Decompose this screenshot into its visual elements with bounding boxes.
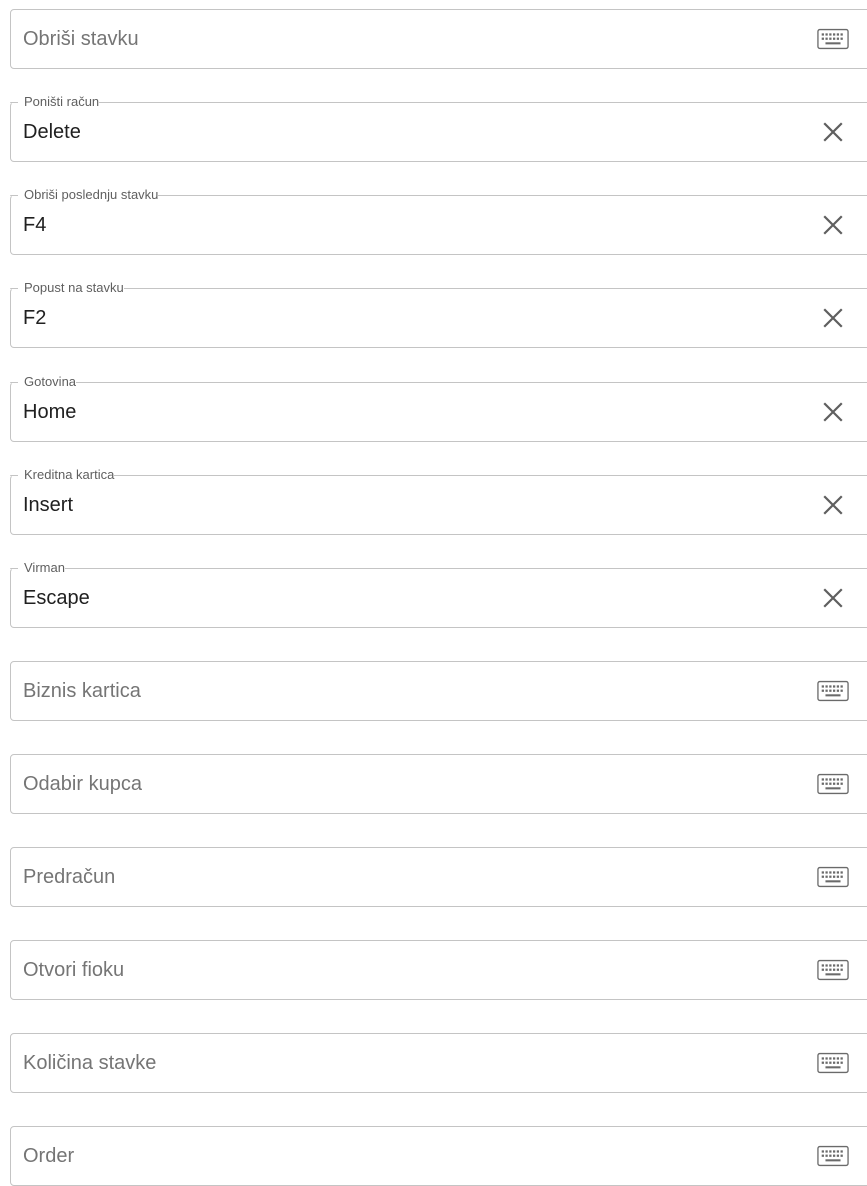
close-icon[interactable]: [817, 209, 849, 241]
shortcut-value: Insert: [23, 494, 74, 516]
outline-top: Kreditna kartica: [10, 475, 867, 476]
keyboard-icon[interactable]: [817, 954, 849, 986]
shortcut-field[interactable]: Gotovina Gotovina Home: [10, 374, 867, 442]
keyboard-icon[interactable]: [817, 1140, 849, 1172]
close-icon[interactable]: [817, 582, 849, 614]
outline-top: Virman: [10, 568, 867, 569]
shortcut-placeholder: Otvori fioku: [23, 959, 125, 981]
shortcut-field[interactable]: Popust na stavku Popust na stavku F2: [10, 280, 867, 348]
shortcut-field[interactable]: Odabir kupca: [10, 754, 867, 814]
shortcut-value: Escape: [23, 587, 90, 609]
outline-top: Poništi račun: [10, 102, 867, 103]
shortcut-field[interactable]: Kreditna kartica Kreditna kartica Insert: [10, 467, 867, 535]
keyboard-icon[interactable]: [817, 1047, 849, 1079]
keyboard-icon[interactable]: [817, 861, 849, 893]
shortcut-field[interactable]: Obriši stavku: [10, 9, 867, 69]
close-icon[interactable]: [817, 302, 849, 334]
shortcut-value: F2: [23, 307, 47, 329]
shortcut-field[interactable]: Poništi račun Poništi račun Delete: [10, 94, 867, 162]
close-icon[interactable]: [817, 396, 849, 428]
shortcut-value: Delete: [23, 121, 81, 143]
shortcut-field[interactable]: Biznis kartica: [10, 661, 867, 721]
close-icon[interactable]: [817, 116, 849, 148]
shortcut-field[interactable]: Otvori fioku: [10, 940, 867, 1000]
shortcut-placeholder: Biznis kartica: [23, 680, 141, 702]
keyboard-icon[interactable]: [817, 675, 849, 707]
outline-top: Popust na stavku: [10, 288, 867, 289]
outline-top: Gotovina: [10, 382, 867, 383]
shortcut-field[interactable]: Obriši poslednju stavku Obriši poslednju…: [10, 187, 867, 255]
shortcut-field[interactable]: Količina stavke: [10, 1033, 867, 1093]
shortcut-value: Home: [23, 401, 77, 423]
shortcut-placeholder: Obriši stavku: [23, 28, 139, 50]
close-icon[interactable]: [817, 489, 849, 521]
keyboard-icon[interactable]: [817, 23, 849, 55]
shortcut-placeholder: Order: [23, 1145, 75, 1167]
shortcut-field[interactable]: Predračun: [10, 847, 867, 907]
shortcut-value: F4: [23, 214, 47, 236]
shortcut-field[interactable]: Virman Virman Escape: [10, 560, 867, 628]
shortcut-placeholder: Predračun: [23, 866, 116, 888]
shortcut-placeholder: Količina stavke: [23, 1052, 157, 1074]
shortcut-placeholder: Odabir kupca: [23, 773, 142, 795]
outline-top: Obriši poslednju stavku: [10, 195, 867, 196]
shortcut-field[interactable]: Order: [10, 1126, 867, 1186]
keyboard-icon[interactable]: [817, 768, 849, 800]
